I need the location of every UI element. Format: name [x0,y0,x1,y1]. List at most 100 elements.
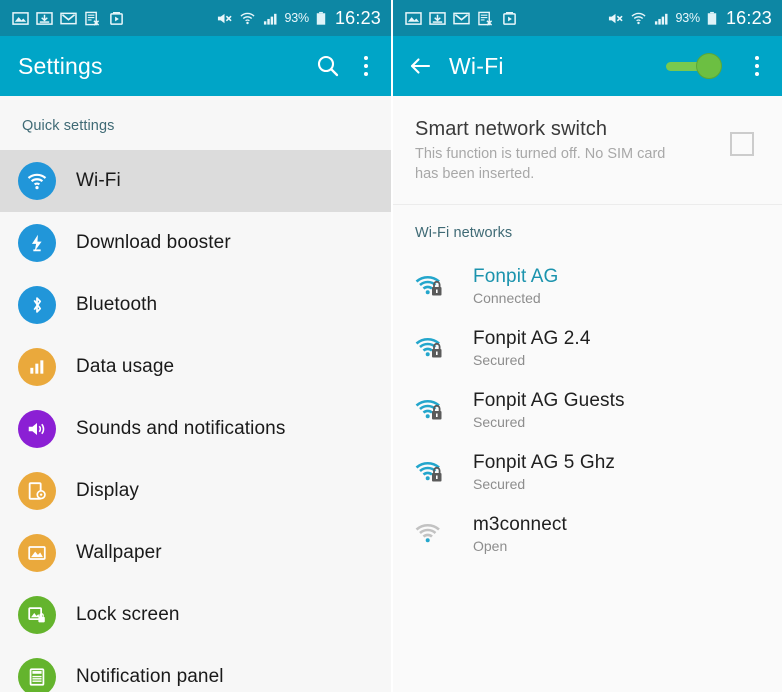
speaker-icon [18,410,56,448]
signal-bars-icon [263,13,277,25]
wifi-network-row[interactable]: Fonpit AG 5 Ghz Secured [393,441,782,503]
wifi-networks-header: Wi-Fi networks [415,225,513,241]
overflow-menu-icon[interactable] [746,53,768,79]
settings-item-label: Notification panel [76,666,224,687]
settings-screen: 93% 16:23 Settings Quick settings Wi-Fi … [0,0,391,692]
settings-item-display[interactable]: Display [0,460,391,522]
settings-item-label: Data usage [76,356,175,377]
wifi-network-text: Fonpit AG 2.4 Secured [473,328,590,368]
wifi-network-name: Fonpit AG 2.4 [473,328,591,349]
app-store-icon [110,11,123,25]
battery-icon [316,11,326,25]
wifi-app-bar: Wi-Fi [393,36,782,96]
image-icon [405,11,422,25]
settings-item-wallpaper[interactable]: Wallpaper [0,522,391,584]
settings-item-sounds-and-notifications[interactable]: Sounds and notifications [0,398,391,460]
panel-icon [18,658,56,692]
page-title: Wi-Fi [449,52,504,79]
wifi-network-row[interactable]: m3connect Open [393,503,782,565]
smart-network-switch-row[interactable]: Smart network switch This function is tu… [393,96,782,205]
signal-bars-icon [654,13,668,25]
wifi-icon [239,12,255,24]
wifi-network-name: Fonpit AG 5 Ghz [473,452,615,473]
image-icon [12,11,29,25]
back-arrow-icon[interactable] [407,53,433,79]
wifi-screen: 93% 16:23 Wi-Fi Smart network switch Thi… [391,0,782,692]
settings-list: Wi-Fi Download booster Bluetooth Data us… [0,150,391,692]
settings-item-label: Lock screen [76,604,180,625]
settings-item-data-usage[interactable]: Data usage [0,336,391,398]
document-error-icon [478,11,493,26]
wifi-network-row[interactable]: Fonpit AG Connected [393,255,782,317]
wifi-network-text: Fonpit AG Guests Secured [473,390,625,430]
wifi-network-status: Connected [473,290,541,306]
smart-network-switch-checkbox[interactable] [730,132,754,156]
wifi-network-status: Secured [473,352,526,368]
wifi-toggle-switch[interactable] [664,53,722,79]
battery-percent: 93% [675,11,701,25]
wifi-networks-list: Fonpit AG Connected Fonpit AG 2.4 Secure… [393,255,782,591]
overflow-menu-icon[interactable] [355,53,377,79]
notification-icons [12,11,125,26]
settings-item-label: Sounds and notifications [76,418,286,439]
smart-network-switch-title: Smart network switch [415,118,608,140]
wifi-network-row[interactable]: Fonpit AG 2.4 Secured [393,317,782,379]
wifi-network-name: m3connect [473,514,567,535]
download-icon [36,11,53,25]
search-icon[interactable] [315,53,341,79]
kebab-dot [363,63,369,69]
wifi-icon [18,162,56,200]
bolt-download-icon [18,224,56,262]
kebab-dot [754,63,760,69]
wifi-network-name: Fonpit AG [473,266,559,287]
wifi-network-status: Secured [473,476,526,492]
battery-percent: 93% [284,11,310,25]
system-status-icons: 93% 16:23 [216,8,381,29]
clock: 16:23 [725,7,772,28]
toggle-knob [696,53,722,79]
wifi-network-status: Secured [473,414,526,430]
settings-item-label: Download booster [76,232,231,253]
bluetooth-icon [18,286,56,324]
page-title: Settings [18,52,103,79]
document-error-icon [85,11,100,26]
settings-item-bluetooth[interactable]: Bluetooth [0,274,391,336]
wifi-icon [630,12,646,24]
settings-item-label: Bluetooth [76,294,158,315]
battery-icon [707,11,717,25]
wifi-network-text: Fonpit AG Connected [473,266,558,306]
wifi-signal-lock-icon [415,270,453,302]
display-icon [18,472,56,510]
settings-item-label: Wi-Fi [76,170,121,191]
mute-icon [217,13,232,23]
wifi-signal-weak-icon [415,518,453,550]
settings-item-lock-screen[interactable]: Lock screen [0,584,391,646]
kebab-dot [754,71,760,77]
wifi-network-status: Open [473,538,508,554]
wifi-network-row[interactable]: Fonpit AG Guests Secured [393,379,782,441]
settings-item-download-booster[interactable]: Download booster [0,212,391,274]
dual-screenshot: 93% 16:23 Settings Quick settings Wi-Fi … [0,0,782,692]
wifi-network-name: Fonpit AG Guests [473,390,625,411]
notification-icons [405,11,518,26]
gmail-icon [60,12,77,24]
kebab-dot [363,55,369,61]
gmail-icon [453,12,470,24]
download-icon [429,11,446,25]
lock-screen-icon [18,596,56,634]
wifi-signal-lock-icon [415,394,453,426]
wifi-signal-lock-icon [415,332,453,364]
status-bar-right: 93% 16:23 [393,0,782,36]
settings-item-label: Wallpaper [76,542,162,563]
kebab-dot [363,71,369,77]
wifi-signal-lock-icon [415,456,453,488]
settings-item-wi-fi[interactable]: Wi-Fi [0,150,391,212]
settings-item-notification-panel[interactable]: Notification panel [0,646,391,692]
app-store-icon [503,11,516,25]
picture-icon [18,534,56,572]
settings-item-label: Display [76,480,139,501]
wifi-network-text: m3connect Open [473,514,567,554]
settings-app-bar: Settings [0,36,391,96]
quick-settings-label: Quick settings [22,118,115,134]
wifi-network-row-partial[interactable] [393,565,782,591]
